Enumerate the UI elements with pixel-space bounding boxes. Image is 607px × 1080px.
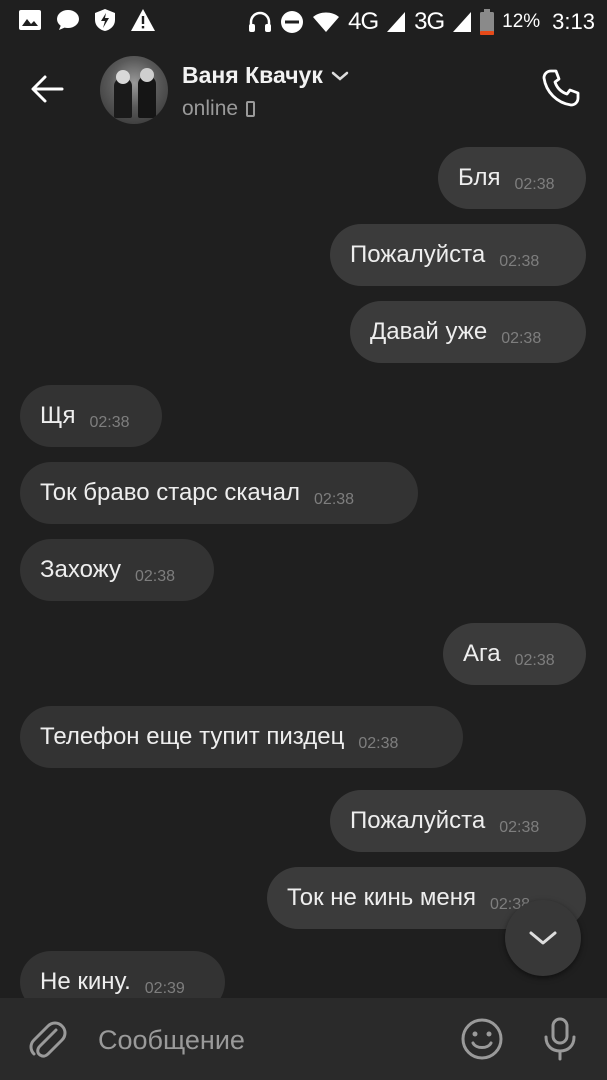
clock: 3:13 (552, 9, 595, 34)
message-time: 02:38 (501, 330, 542, 347)
message-time: 02:38 (514, 176, 555, 193)
chat-notification-icon (57, 10, 79, 30)
contact-name: Ваня Квачук (182, 62, 323, 88)
message-time: 02:38 (89, 414, 130, 431)
message-bubble[interactable]: Давай уже 02:38 (350, 301, 586, 363)
message-bubble[interactable]: Пожалуйста 02:38 (330, 790, 586, 852)
message-input[interactable] (96, 1016, 440, 1064)
message-text: Захожу (40, 556, 121, 583)
phone-icon (542, 69, 580, 107)
signal-3g-icon (453, 12, 472, 32)
gallery-notification-icon (19, 10, 41, 30)
message-text: Давай уже (370, 318, 488, 345)
message-text: Бля (458, 164, 501, 191)
message-text: Ток браво старс скачал (40, 479, 301, 506)
message-bubble[interactable]: Захожу 02:38 (20, 539, 214, 601)
warning-notification-icon (131, 9, 155, 31)
message-time: 02:38 (314, 491, 355, 508)
microphone-icon (544, 1017, 576, 1061)
call-button[interactable] (539, 66, 583, 110)
message-time: 02:38 (499, 819, 540, 836)
message-time: 02:38 (134, 568, 176, 585)
message-time: 02:39 (144, 980, 185, 997)
attach-button[interactable] (26, 1018, 68, 1060)
message-bubble[interactable]: Ага 02:38 (443, 623, 586, 685)
message-text: Щя (40, 402, 76, 429)
message-bubble[interactable]: Не кину. 02:39 (20, 951, 225, 998)
avatar[interactable] (100, 56, 168, 124)
message-time: 02:38 (499, 253, 540, 270)
message-bubble[interactable]: Телефон еще тупит пиздец 02:38 (20, 706, 463, 768)
shield-notification-icon (95, 9, 115, 31)
chevron-down-icon (331, 71, 349, 81)
notification-icons (18, 8, 156, 32)
chat-header: Ваня Квачук online (0, 42, 607, 136)
battery-icon (480, 9, 495, 35)
message-bubble[interactable]: Щя 02:38 (20, 385, 162, 447)
contact-status: online (182, 97, 256, 121)
back-button[interactable] (26, 68, 68, 110)
message-time: 02:38 (514, 652, 555, 669)
message-bubble[interactable]: Бля 02:38 (438, 147, 586, 209)
signal-4g-icon (387, 12, 406, 32)
voice-record-button[interactable] (540, 1016, 580, 1062)
wifi-icon (313, 12, 340, 32)
network-3g-label: 3G (414, 8, 445, 35)
back-arrow-icon (31, 75, 64, 103)
chevron-down-icon (529, 931, 557, 945)
message-composer (0, 998, 607, 1080)
online-status: online (182, 97, 239, 120)
message-text: Ага (463, 640, 501, 667)
do-not-disturb-icon (281, 11, 304, 33)
emoji-icon (461, 1018, 503, 1060)
emoji-button[interactable] (460, 1017, 504, 1061)
message-text: Пожалуйста (350, 807, 486, 834)
headphones-icon (249, 11, 272, 32)
network-4g-label: 4G (348, 8, 379, 35)
paperclip-icon (29, 1021, 67, 1058)
scroll-to-bottom-button[interactable] (505, 900, 581, 976)
message-bubble[interactable]: Пожалуйста 02:38 (330, 224, 586, 286)
message-text: Не кину. (40, 968, 131, 995)
message-bubble[interactable]: Ток браво старс скачал 02:38 (20, 462, 418, 524)
system-status: 4G 3G 12% 3:13 (248, 8, 595, 36)
message-text: Ток не кинь меня (287, 884, 476, 911)
battery-percent: 12% (502, 11, 541, 32)
status-bar: 4G 3G 12% 3:13 (0, 0, 607, 42)
mobile-icon (246, 101, 256, 117)
message-time: 02:38 (358, 735, 399, 752)
message-list[interactable]: Бля 02:38 Пожалуйста 02:38 Давай уже 02:… (0, 136, 607, 998)
contact-name-button[interactable]: Ваня Квачук (182, 62, 349, 89)
message-text: Пожалуйста (350, 241, 486, 268)
message-text: Телефон еще тупит пиздец (40, 723, 345, 750)
